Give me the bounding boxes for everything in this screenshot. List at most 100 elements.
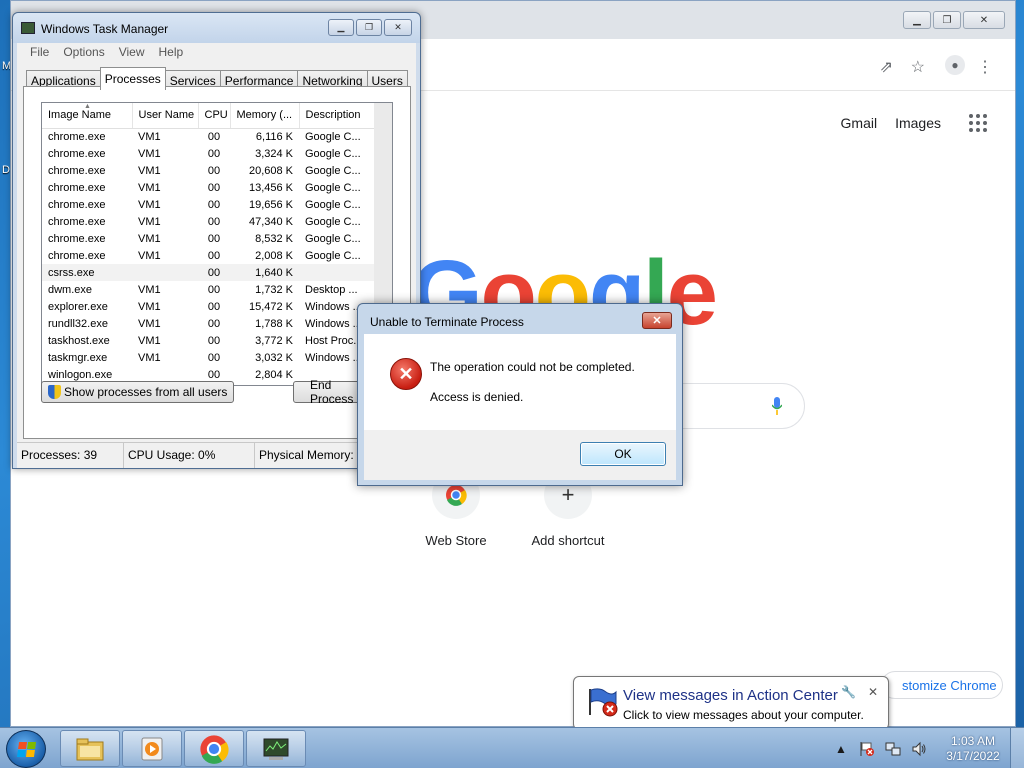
- table-row[interactable]: taskmgr.exe VM1 00 3,032 K Windows ...: [42, 349, 374, 366]
- task-manager-titlebar[interactable]: Windows Task Manager ▁ ❐ ✕: [13, 13, 420, 43]
- wrench-icon[interactable]: 🔧: [841, 685, 856, 699]
- table-row[interactable]: chrome.exe VM1 00 20,608 K Google C...: [42, 162, 374, 179]
- cell-description: Desktop ...: [305, 283, 358, 296]
- dialog-close-button[interactable]: ✕: [642, 312, 672, 329]
- cell-image-name: taskmgr.exe: [48, 351, 108, 364]
- table-row[interactable]: rundll32.exe VM1 00 1,788 K Windows ...: [42, 315, 374, 332]
- customize-chrome-button[interactable]: stomize Chrome: [881, 671, 1003, 699]
- cell-user-name: VM1: [138, 300, 161, 313]
- dialog-body: ✕ The operation could not be completed. …: [364, 334, 676, 430]
- menu-options[interactable]: Options: [56, 43, 111, 61]
- taskbar-media-player[interactable]: [122, 730, 182, 767]
- balloon-title[interactable]: View messages in Action Center: [623, 687, 838, 704]
- microphone-icon[interactable]: [772, 397, 782, 415]
- network-icon[interactable]: [884, 740, 902, 758]
- error-dialog: Unable to Terminate Process ✕ ✕ The oper…: [357, 303, 683, 486]
- cell-user-name: VM1: [138, 164, 161, 177]
- cell-cpu: 00: [207, 198, 221, 211]
- menu-file[interactable]: File: [23, 43, 56, 61]
- table-row[interactable]: taskhost.exe VM1 00 3,772 K Host Proc...: [42, 332, 374, 349]
- cell-image-name: chrome.exe: [48, 215, 106, 228]
- cell-memory: 1,640 K: [230, 264, 299, 281]
- google-top-links: Gmail Images: [841, 114, 987, 132]
- minimize-button[interactable]: ▁: [903, 11, 931, 29]
- cell-cpu: 00: [207, 147, 221, 160]
- dialog-footer: OK: [364, 430, 676, 480]
- table-row[interactable]: dwm.exe VM1 00 1,732 K Desktop ...: [42, 281, 374, 298]
- maximize-button[interactable]: ❐: [933, 11, 961, 29]
- cell-image-name: chrome.exe: [48, 164, 106, 177]
- show-hidden-icons-icon[interactable]: ▲: [832, 740, 850, 758]
- taskbar-chrome[interactable]: [184, 730, 244, 767]
- cell-memory: 3,324 K: [255, 147, 293, 160]
- cell-memory: 8,532 K: [255, 232, 293, 245]
- cell-image-name: rundll32.exe: [48, 317, 108, 330]
- close-button[interactable]: ✕: [384, 19, 412, 36]
- gmail-link[interactable]: Gmail: [841, 115, 878, 131]
- share-icon[interactable]: ⇗: [880, 57, 893, 77]
- taskbar-explorer[interactable]: [60, 730, 120, 767]
- close-icon[interactable]: ✕: [868, 685, 878, 699]
- taskbar-task-manager[interactable]: [246, 730, 306, 767]
- maximize-button[interactable]: ❐: [356, 19, 382, 36]
- ok-button[interactable]: OK: [580, 442, 666, 466]
- table-row[interactable]: chrome.exe VM1 00 3,324 K Google C...: [42, 145, 374, 162]
- action-center-balloon[interactable]: View messages in Action Center Click to …: [573, 676, 889, 741]
- cell-cpu: 00: [207, 232, 221, 245]
- cell-description: Google C...: [305, 164, 361, 177]
- chrome-icon: [200, 734, 229, 764]
- close-button[interactable]: ✕: [963, 11, 1005, 29]
- table-row[interactable]: csrss.exe 00 1,640 K: [42, 264, 374, 281]
- volume-icon[interactable]: [910, 740, 928, 758]
- images-link[interactable]: Images: [895, 115, 941, 131]
- cell-user-name: VM1: [138, 232, 161, 245]
- column-description[interactable]: Description: [299, 103, 375, 129]
- column-memory[interactable]: Memory (...: [230, 103, 300, 129]
- minimize-button[interactable]: ▁: [328, 19, 354, 36]
- show-all-processes-button[interactable]: Show processes from all users: [41, 381, 235, 403]
- cell-description: Google C...: [305, 181, 361, 194]
- caption-buttons: ▁ ❐ ✕: [328, 19, 412, 36]
- apps-grid-icon[interactable]: [969, 114, 987, 132]
- cell-cpu: 00: [207, 181, 221, 194]
- tab-processes[interactable]: Processes: [99, 67, 166, 90]
- clock-date: 3/17/2022: [946, 748, 1000, 763]
- cell-image-name: chrome.exe: [48, 181, 106, 194]
- cell-description: Google C...: [305, 198, 361, 211]
- cell-user-name: VM1: [138, 317, 161, 330]
- table-row[interactable]: chrome.exe VM1 00 19,656 K Google C...: [42, 196, 374, 213]
- cell-image-name: dwm.exe: [48, 283, 93, 296]
- cell-user-name: VM1: [138, 283, 161, 296]
- action-center-tray-icon[interactable]: [858, 740, 876, 758]
- bookmark-star-icon[interactable]: ☆: [911, 57, 925, 77]
- profile-icon[interactable]: ●: [945, 55, 965, 75]
- cell-memory: 3,772 K: [255, 334, 293, 347]
- clock[interactable]: 1:03 AM 3/17/2022: [936, 734, 1010, 764]
- start-button[interactable]: [6, 730, 46, 768]
- show-desktop-button[interactable]: [1010, 728, 1024, 768]
- table-row[interactable]: chrome.exe VM1 00 47,340 K Google C...: [42, 213, 374, 230]
- process-list[interactable]: ▲ Image Name User Name CPU Memory (... De…: [41, 102, 393, 386]
- desktop-icon-fragment[interactable]: D: [2, 164, 10, 176]
- table-row[interactable]: chrome.exe VM1 00 13,456 K Google C...: [42, 179, 374, 196]
- cell-image-name: chrome.exe: [48, 130, 106, 143]
- menu-help[interactable]: Help: [152, 43, 191, 61]
- column-cpu[interactable]: CPU: [198, 103, 231, 129]
- uac-shield-icon: [48, 385, 61, 399]
- cell-description: [299, 264, 374, 281]
- table-row[interactable]: explorer.exe VM1 00 15,472 K Windows ...: [42, 298, 374, 315]
- error-icon: ✕: [390, 358, 422, 390]
- menu-dots-icon[interactable]: ⋮: [977, 57, 993, 77]
- media-player-icon: [141, 737, 163, 760]
- table-row[interactable]: chrome.exe VM1 00 6,116 K Google C...: [42, 128, 374, 145]
- menu-view[interactable]: View: [112, 43, 152, 61]
- window-title: Windows Task Manager: [41, 22, 169, 36]
- status-cpu: CPU Usage: 0%: [124, 443, 255, 468]
- table-row[interactable]: chrome.exe VM1 00 8,532 K Google C...: [42, 230, 374, 247]
- cell-memory: 47,340 K: [248, 215, 293, 228]
- column-image-name[interactable]: ▲ Image Name: [42, 103, 133, 129]
- column-user-name[interactable]: User Name: [132, 103, 199, 129]
- cell-cpu: 00: [207, 351, 221, 364]
- processes-panel: ▲ Image Name User Name CPU Memory (... De…: [23, 86, 411, 439]
- table-row[interactable]: chrome.exe VM1 00 2,008 K Google C...: [42, 247, 374, 264]
